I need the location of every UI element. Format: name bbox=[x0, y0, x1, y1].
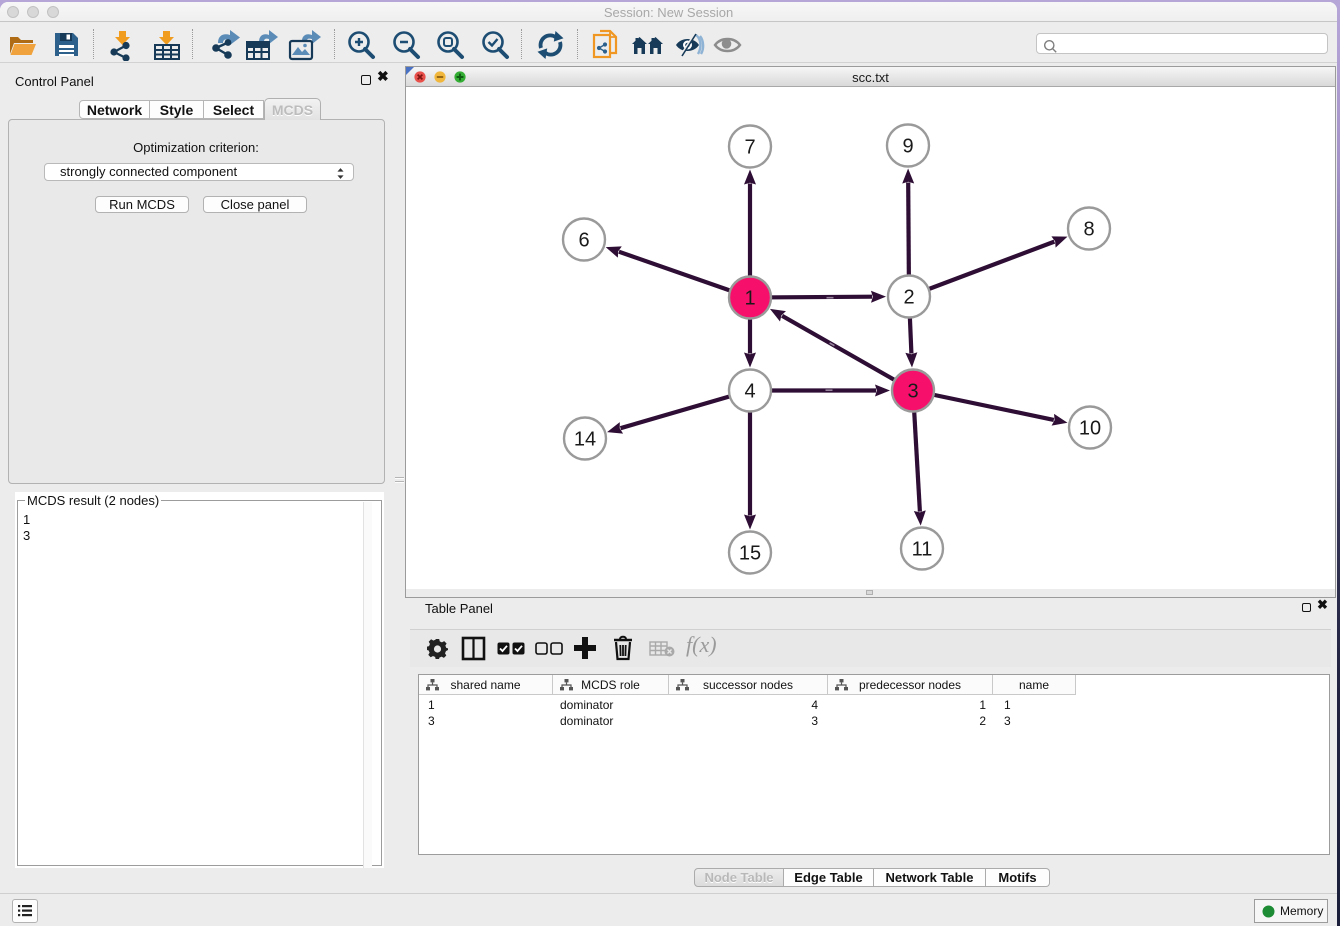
svg-text:1: 1 bbox=[744, 288, 755, 310]
svg-text:10: 10 bbox=[1079, 418, 1101, 440]
svg-text:15: 15 bbox=[739, 543, 761, 565]
svg-text:6: 6 bbox=[578, 230, 589, 252]
svg-text:3: 3 bbox=[907, 381, 918, 403]
svg-text:11: 11 bbox=[912, 539, 933, 561]
svg-text:7: 7 bbox=[744, 137, 755, 159]
svg-text:4: 4 bbox=[744, 381, 755, 403]
svg-text:2: 2 bbox=[903, 287, 914, 309]
svg-text:8: 8 bbox=[1083, 219, 1094, 241]
svg-text:9: 9 bbox=[902, 136, 913, 158]
svg-text:14: 14 bbox=[574, 429, 596, 451]
